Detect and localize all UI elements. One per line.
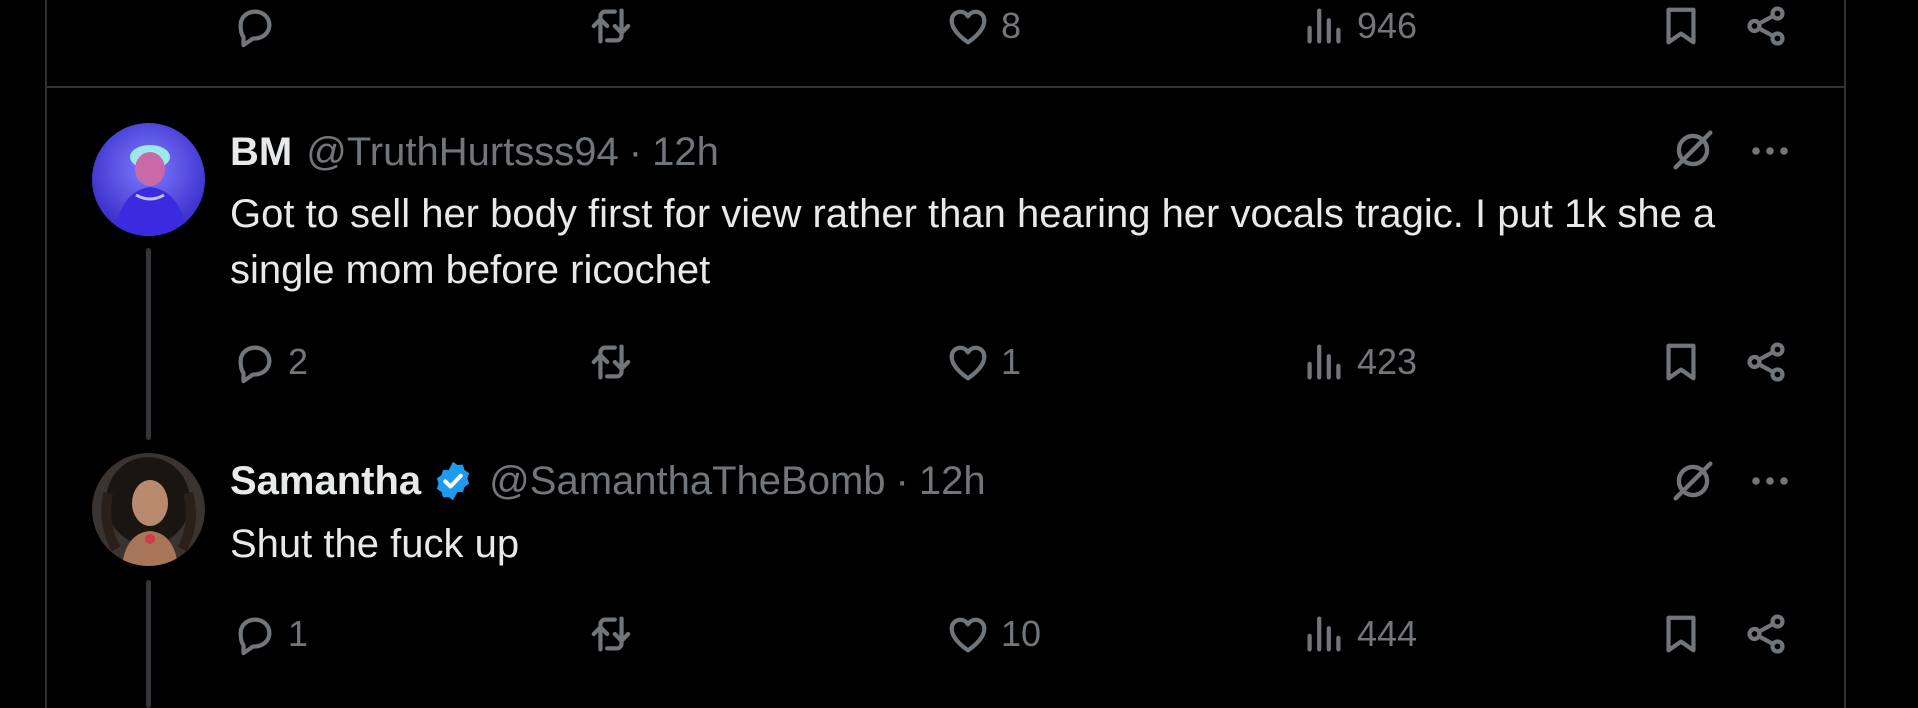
top-tweet-actions: 8 946 [0, 0, 1918, 56]
views-icon [1301, 3, 1347, 49]
share-button[interactable] [1743, 0, 1789, 56]
bookmark-button[interactable] [1658, 604, 1704, 664]
separator-dot: · [895, 458, 909, 503]
avatar[interactable] [92, 123, 205, 236]
display-name[interactable]: BM [230, 130, 292, 175]
share-icon [1743, 611, 1789, 657]
share-icon [1743, 339, 1789, 385]
like-icon [945, 339, 991, 385]
reply-icon [232, 339, 278, 385]
more-icon[interactable] [1746, 457, 1794, 505]
retweet-button[interactable] [588, 332, 644, 392]
view-count: 423 [1357, 341, 1418, 382]
user-handle[interactable]: @SamanthaTheBomb [489, 459, 885, 504]
more-icon[interactable] [1746, 127, 1794, 175]
avatar-bm-image [92, 123, 205, 236]
reply-icon [232, 3, 278, 49]
grok-icon[interactable] [1667, 455, 1719, 507]
views-button[interactable]: 423 [1301, 332, 1417, 392]
share-button[interactable] [1743, 332, 1789, 392]
like-button[interactable]: 10 [945, 604, 1041, 664]
avatar-samantha-image [92, 453, 205, 566]
grok-icon[interactable] [1667, 124, 1719, 176]
reply-button[interactable]: 1 [232, 604, 308, 664]
timestamp[interactable]: 12h [652, 130, 719, 175]
tweet-divider [45, 86, 1844, 88]
views-button[interactable]: 444 [1301, 604, 1417, 664]
view-count: 946 [1357, 5, 1418, 46]
bookmark-button[interactable] [1658, 0, 1704, 56]
views-icon [1301, 339, 1347, 385]
bookmark-icon [1658, 611, 1704, 657]
like-button[interactable]: 8 [945, 0, 1021, 56]
view-count: 444 [1357, 613, 1418, 654]
bookmark-button[interactable] [1658, 332, 1704, 392]
bookmark-icon [1658, 339, 1704, 385]
tweet-header: Samantha @SamanthaTheBomb · 12h [230, 452, 986, 510]
avatar[interactable] [92, 453, 205, 566]
display-name[interactable]: Samantha [230, 459, 421, 504]
reply-button[interactable]: 2 [232, 332, 308, 392]
like-count: 8 [1001, 5, 1022, 46]
retweet-icon [588, 339, 634, 385]
share-button[interactable] [1743, 604, 1789, 664]
retweet-button[interactable] [588, 0, 644, 56]
verified-badge-icon [437, 461, 470, 501]
tweet-actions: 2 1 423 [0, 332, 1918, 392]
like-icon [945, 611, 991, 657]
reply-count: 2 [288, 341, 309, 382]
tweet-actions: 1 10 444 [0, 604, 1918, 664]
retweet-button[interactable] [588, 604, 644, 664]
tweet-text: Got to sell her body first for view rath… [230, 192, 1716, 292]
reply-icon [232, 611, 278, 657]
user-handle[interactable]: @TruthHurtsss94 [306, 130, 619, 175]
views-icon [1301, 611, 1347, 657]
tweet-header: BM @TruthHurtsss94 · 12h [230, 124, 719, 180]
views-button[interactable]: 946 [1301, 0, 1417, 56]
like-icon [945, 3, 991, 49]
retweet-icon [588, 611, 634, 657]
like-button[interactable]: 1 [945, 332, 1021, 392]
like-count: 10 [1001, 613, 1042, 654]
tweet-text: Shut the fuck up [230, 522, 520, 566]
reply-button[interactable] [232, 0, 288, 56]
like-count: 1 [1001, 341, 1022, 382]
bookmark-icon [1658, 3, 1704, 49]
timestamp[interactable]: 12h [919, 459, 986, 504]
reply-count: 1 [288, 613, 309, 654]
retweet-icon [588, 3, 634, 49]
share-icon [1743, 3, 1789, 49]
separator-dot: · [628, 129, 643, 174]
